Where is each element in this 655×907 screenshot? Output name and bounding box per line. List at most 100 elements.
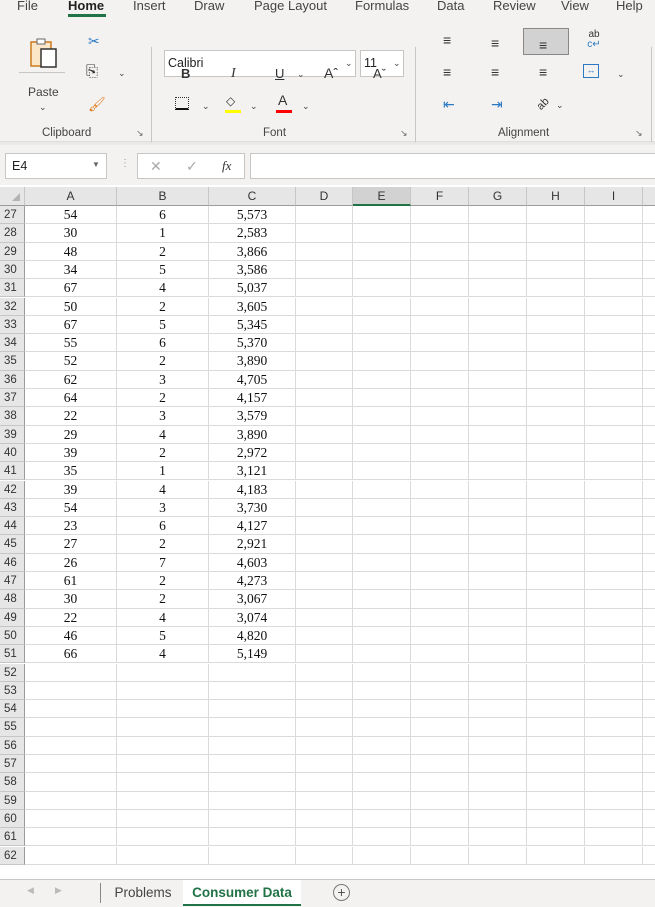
cell[interactable] [585, 297, 643, 316]
cell[interactable] [585, 443, 643, 463]
cell[interactable] [25, 718, 117, 737]
cell[interactable] [353, 334, 411, 353]
cell[interactable]: 3,067 [209, 590, 296, 609]
cell[interactable] [527, 700, 585, 719]
cell[interactable] [209, 828, 296, 847]
align-center-icon[interactable]: ≡ [491, 64, 499, 80]
cell[interactable] [411, 535, 469, 554]
cell[interactable] [469, 352, 527, 371]
cell[interactable] [527, 755, 585, 774]
cell[interactable] [353, 260, 411, 280]
cell[interactable] [353, 535, 411, 554]
cell[interactable] [25, 791, 117, 810]
cell[interactable] [527, 645, 585, 664]
bold-button[interactable]: B [181, 66, 190, 82]
cell[interactable] [643, 426, 655, 444]
cell[interactable]: 4 [117, 279, 209, 298]
cell[interactable]: 3,121 [209, 462, 296, 481]
cell[interactable] [527, 663, 585, 682]
cell[interactable] [585, 718, 643, 737]
cell[interactable] [209, 755, 296, 774]
font-color-dropdown-icon[interactable]: ⌄ [302, 101, 310, 112]
cell[interactable] [296, 773, 353, 792]
cell[interactable]: 5 [117, 260, 209, 280]
cell[interactable]: 7 [117, 553, 209, 572]
cell[interactable] [643, 298, 655, 316]
cell[interactable] [527, 480, 585, 499]
cell[interactable] [585, 828, 643, 847]
cell[interactable]: 30 [25, 224, 117, 243]
cell[interactable] [353, 242, 411, 261]
cell[interactable] [353, 681, 411, 701]
cell[interactable] [411, 608, 469, 627]
cell[interactable] [643, 792, 655, 810]
cell[interactable] [296, 681, 353, 701]
cell[interactable] [411, 700, 469, 719]
cell[interactable] [527, 260, 585, 280]
cell[interactable] [643, 664, 655, 682]
tab-file[interactable]: File [17, 0, 38, 13]
cell[interactable] [209, 791, 296, 810]
cell[interactable] [469, 279, 527, 298]
cell[interactable] [527, 572, 585, 591]
cell[interactable] [527, 517, 585, 536]
row-header[interactable]: 53 [0, 681, 25, 701]
row-header[interactable]: 59 [0, 791, 25, 810]
column-header-c[interactable]: C [209, 187, 296, 206]
cell[interactable] [527, 242, 585, 261]
cell[interactable] [25, 846, 117, 865]
cell[interactable] [643, 590, 655, 609]
cell[interactable] [469, 425, 527, 444]
cell[interactable]: 2 [117, 242, 209, 261]
cell[interactable] [527, 608, 585, 627]
clipboard-launcher-icon[interactable]: ↘ [136, 128, 144, 139]
cell[interactable] [469, 608, 527, 627]
cell[interactable] [411, 736, 469, 755]
cell[interactable] [643, 535, 655, 554]
row-header[interactable]: 39 [0, 425, 25, 444]
row-header[interactable]: 55 [0, 718, 25, 737]
cell[interactable] [296, 315, 353, 335]
alignment-launcher-icon[interactable]: ↘ [635, 128, 643, 139]
cell[interactable] [296, 206, 353, 225]
cell[interactable] [469, 206, 527, 225]
cell[interactable] [643, 389, 655, 408]
row-header[interactable]: 57 [0, 755, 25, 774]
font-launcher-icon[interactable]: ↘ [400, 128, 408, 139]
cell[interactable] [296, 279, 353, 298]
borders-icon[interactable] [175, 97, 189, 110]
cell[interactable]: 5 [117, 626, 209, 646]
cell[interactable] [296, 370, 353, 389]
tab-data[interactable]: Data [437, 0, 464, 13]
merge-dropdown-icon[interactable]: ⌄ [617, 69, 625, 80]
enter-icon[interactable]: ✓ [186, 158, 198, 175]
cell[interactable] [25, 663, 117, 682]
cell[interactable]: 2 [117, 352, 209, 371]
cell[interactable]: 4 [117, 645, 209, 664]
cell[interactable]: 4 [117, 480, 209, 499]
wrap-text-icon[interactable]: ab c↵ [586, 30, 602, 50]
tab-review[interactable]: Review [493, 0, 536, 13]
cell[interactable]: 34 [25, 260, 117, 280]
cell[interactable] [585, 224, 643, 243]
cell[interactable] [585, 535, 643, 554]
cell[interactable] [353, 297, 411, 316]
copy-icon[interactable]: ⎘ [86, 64, 98, 80]
cell[interactable] [296, 517, 353, 536]
cell[interactable] [585, 626, 643, 646]
cell[interactable] [411, 480, 469, 499]
cell[interactable] [411, 334, 469, 353]
cell[interactable] [117, 755, 209, 774]
cell[interactable] [411, 260, 469, 280]
cell[interactable]: 52 [25, 352, 117, 371]
row-header[interactable]: 46 [0, 553, 25, 572]
cell[interactable] [353, 370, 411, 389]
row-header[interactable]: 51 [0, 645, 25, 664]
scroll-tabs-right-icon[interactable]: ▶ [55, 885, 62, 896]
cell[interactable] [585, 242, 643, 261]
cell[interactable] [469, 553, 527, 572]
cell[interactable]: 3,074 [209, 608, 296, 627]
cell[interactable]: 4,705 [209, 370, 296, 389]
cell[interactable] [585, 498, 643, 518]
cell[interactable] [643, 206, 655, 225]
